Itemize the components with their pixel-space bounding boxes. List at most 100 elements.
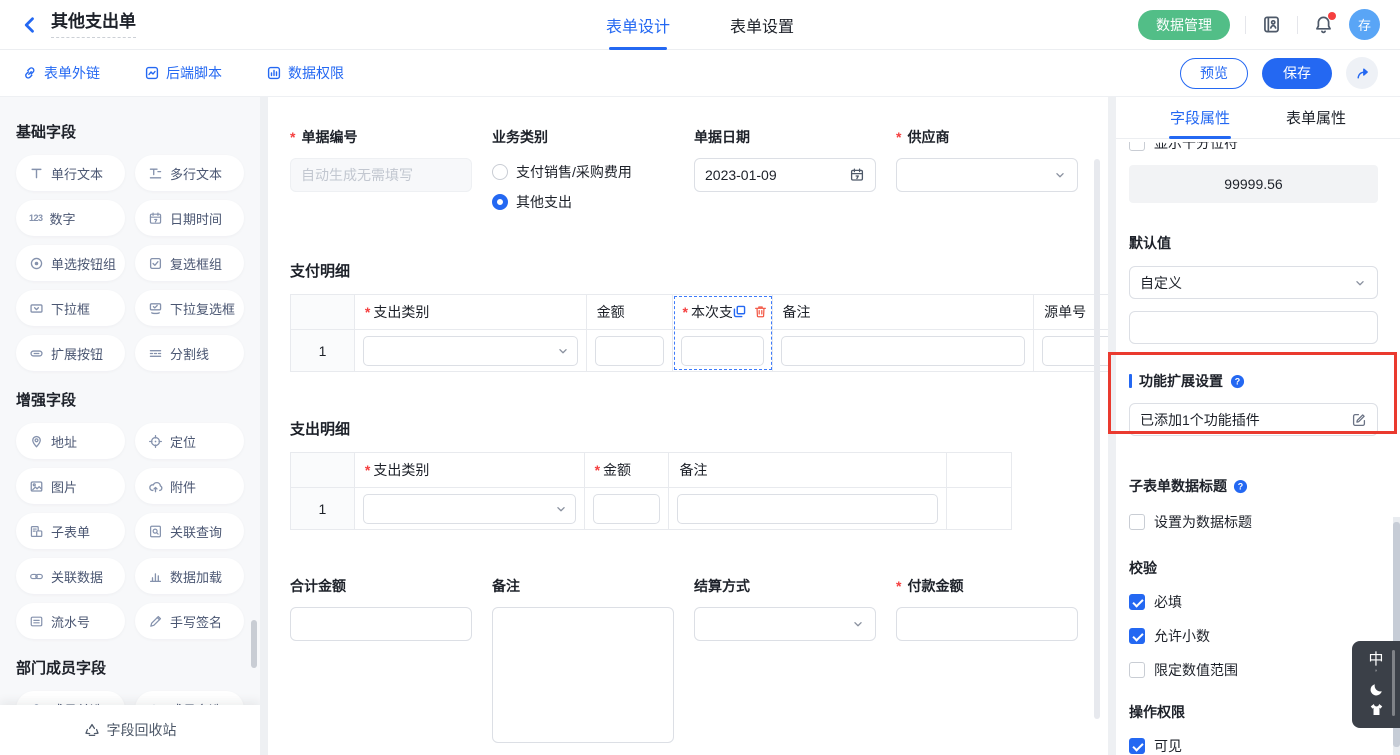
amount-input[interactable] xyxy=(593,494,661,524)
radio-icon[interactable] xyxy=(492,194,508,210)
section-title-member-fields: 部门成员字段 xyxy=(16,657,244,678)
column-expense-category[interactable]: *支出类别 xyxy=(355,295,587,371)
settlement-select[interactable] xyxy=(694,607,876,641)
sidebar-item-single-line-text[interactable]: 单行文本 xyxy=(16,155,125,191)
sidebar-item-multi-line-text[interactable]: 多行文本 xyxy=(135,155,244,191)
back-icon[interactable] xyxy=(20,15,40,35)
sidebar-item-linked-data[interactable]: 关联数据 xyxy=(16,558,125,594)
checkbox-icon[interactable] xyxy=(1129,594,1145,610)
help-question-icon[interactable] xyxy=(1233,479,1248,494)
sidebar-item-divider[interactable]: 分割线 xyxy=(135,335,244,371)
sidebar-item-extend-button[interactable]: 扩展按钮 xyxy=(16,335,125,371)
save-button[interactable]: 保存 xyxy=(1262,58,1332,89)
note-input[interactable] xyxy=(781,336,1026,366)
column-expense-category[interactable]: *支出类别 xyxy=(355,453,585,529)
form-external-link[interactable]: 表单外链 xyxy=(22,63,100,83)
address-book-icon[interactable] xyxy=(1261,14,1282,35)
visible-option[interactable]: 可见 xyxy=(1129,736,1378,755)
field-supplier[interactable]: *供应商 xyxy=(896,127,1078,192)
edit-icon[interactable] xyxy=(1351,412,1367,428)
tab-form-properties[interactable]: 表单属性 xyxy=(1286,97,1346,138)
amount-input[interactable] xyxy=(595,336,664,366)
doc-no-input[interactable] xyxy=(290,158,472,192)
thousand-separator-option[interactable]: 显示千分位符 xyxy=(1129,142,1378,153)
field-recycle-bin[interactable]: 字段回收站 xyxy=(0,705,260,755)
default-value-mode-select[interactable]: 自定义 xyxy=(1129,266,1378,299)
category-select[interactable] xyxy=(363,494,576,524)
checkbox-icon[interactable] xyxy=(1129,738,1145,754)
sidebar-item-signature[interactable]: 手写签名 xyxy=(135,603,244,639)
data-permission-link[interactable]: 数据权限 xyxy=(266,63,344,83)
delete-field-icon[interactable] xyxy=(753,304,768,319)
help-question-icon[interactable] xyxy=(1230,374,1245,389)
data-load-icon xyxy=(148,569,163,584)
sidebar-item-number[interactable]: 123数字 xyxy=(16,200,125,236)
checkbox-icon[interactable] xyxy=(1129,142,1145,151)
field-settlement-method[interactable]: 结算方式 xyxy=(694,576,876,641)
field-doc-no[interactable]: *单据编号 xyxy=(290,127,472,192)
avatar[interactable]: 存 xyxy=(1349,9,1380,40)
field-note[interactable]: 备注 xyxy=(492,576,674,743)
sidebar-item-multi-select[interactable]: 下拉复选框 xyxy=(135,290,244,326)
dark-mode-moon-icon[interactable] xyxy=(1368,681,1385,698)
sidebar-item-serial-number[interactable]: 流水号 xyxy=(16,603,125,639)
sidebar-item-radio-group[interactable]: 单选按钮组 xyxy=(16,245,125,281)
current-payment-input[interactable] xyxy=(681,336,764,366)
total-amount-input[interactable] xyxy=(290,607,472,641)
column-note[interactable]: 备注 xyxy=(669,453,947,529)
column-current-payment-selected[interactable]: *本次支 xyxy=(673,295,773,371)
pay-amount-input[interactable] xyxy=(896,607,1078,641)
plugin-summary-field[interactable]: 已添加1个功能插件 xyxy=(1129,403,1378,436)
field-doc-date[interactable]: 单据日期 2023-01-09 xyxy=(694,127,876,192)
sidebar-item-address[interactable]: 地址 xyxy=(16,423,125,459)
sidebar-item-select[interactable]: 下拉框 xyxy=(16,290,125,326)
sidebar-item-data-load[interactable]: 数据加载 xyxy=(135,558,244,594)
allow-decimal-option[interactable]: 允许小数 xyxy=(1129,626,1378,646)
limit-range-option[interactable]: 限定数值范围 xyxy=(1129,660,1378,680)
tab-form-design[interactable]: 表单设计 xyxy=(606,0,670,50)
default-value-custom-input[interactable] xyxy=(1129,311,1378,344)
sidebar-item-location[interactable]: 定位 xyxy=(135,423,244,459)
required-option[interactable]: 必填 xyxy=(1129,592,1378,612)
field-pay-amount[interactable]: *付款金额 xyxy=(896,576,1078,641)
checkbox-group-icon xyxy=(148,256,163,271)
preview-button[interactable]: 预览 xyxy=(1180,58,1248,89)
column-amount[interactable]: *金额 xyxy=(585,453,670,529)
share-button[interactable] xyxy=(1346,57,1378,89)
data-manage-button[interactable]: 数据管理 xyxy=(1138,10,1230,40)
tab-form-settings[interactable]: 表单设置 xyxy=(730,0,794,50)
backend-script-link[interactable]: 后端脚本 xyxy=(144,63,222,83)
sidebar-scrollbar[interactable] xyxy=(251,620,257,668)
note-input[interactable] xyxy=(677,494,938,524)
column-amount[interactable]: 金额 xyxy=(587,295,673,371)
column-note[interactable]: 备注 xyxy=(773,295,1035,371)
sidebar-item-checkbox-group[interactable]: 复选框组 xyxy=(135,245,244,281)
sidebar-item-image[interactable]: 图片 xyxy=(16,468,125,504)
canvas-scrollbar[interactable] xyxy=(1094,159,1100,719)
checkbox-icon[interactable] xyxy=(1129,514,1145,530)
sidebar-item-subform[interactable]: 子表单 xyxy=(16,513,125,549)
theme-shirt-icon[interactable] xyxy=(1368,701,1385,718)
category-select[interactable] xyxy=(363,336,578,366)
radio-icon[interactable] xyxy=(492,164,508,180)
set-data-title-option[interactable]: 设置为数据标题 xyxy=(1129,512,1378,532)
field-biz-type[interactable]: 业务类别 支付销售/采购费用 其他支出 xyxy=(492,127,674,212)
supplier-select[interactable] xyxy=(896,158,1078,192)
radio-option-sales[interactable]: 支付销售/采购费用 xyxy=(492,162,674,182)
doc-no-input-field[interactable] xyxy=(301,167,461,183)
language-toggle[interactable]: 中 xyxy=(1368,652,1383,667)
subform-title-heading: 子表单数据标题 xyxy=(1129,476,1378,496)
sparkle-icon: ʼ xyxy=(1375,670,1377,678)
tab-field-properties[interactable]: 字段属性 xyxy=(1170,97,1230,138)
copy-field-icon[interactable] xyxy=(732,304,747,319)
field-total-amount[interactable]: 合计金额 xyxy=(290,576,472,641)
checkbox-icon[interactable] xyxy=(1129,662,1145,678)
sidebar-item-attachment[interactable]: 附件 xyxy=(135,468,244,504)
radio-option-other[interactable]: 其他支出 xyxy=(492,192,674,212)
notification-bell-icon[interactable] xyxy=(1313,14,1334,35)
checkbox-icon[interactable] xyxy=(1129,628,1145,644)
note-textarea[interactable] xyxy=(492,607,674,743)
doc-date-input[interactable]: 2023-01-09 xyxy=(694,158,876,192)
sidebar-item-datetime[interactable]: 日期时间 xyxy=(135,200,244,236)
sidebar-item-lookup[interactable]: 关联查询 xyxy=(135,513,244,549)
